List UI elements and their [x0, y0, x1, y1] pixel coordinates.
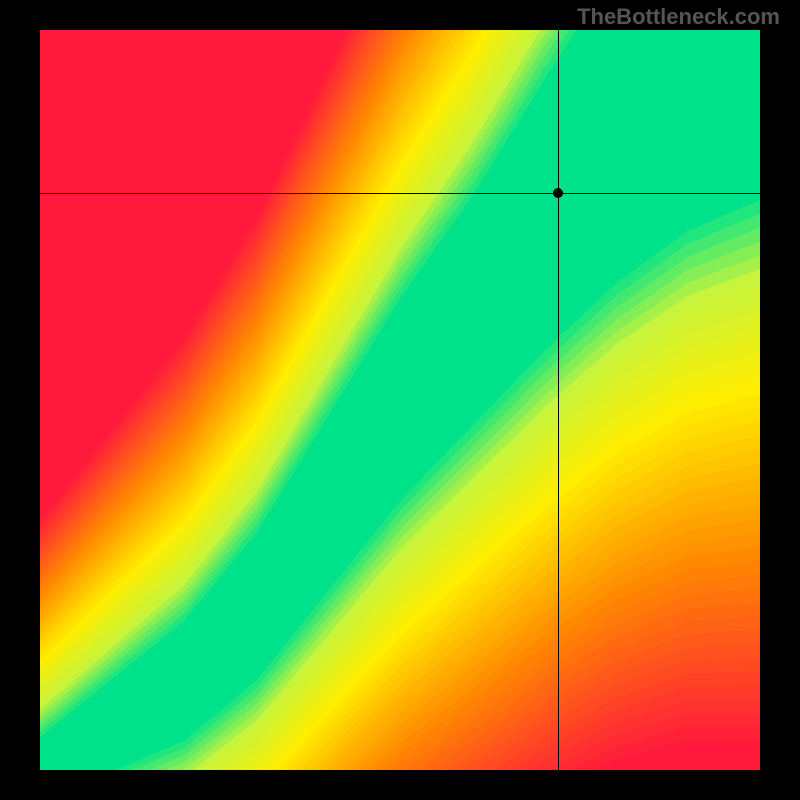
- crosshair-vertical: [558, 30, 559, 770]
- crosshair-horizontal: [40, 193, 760, 194]
- watermark-text: TheBottleneck.com: [577, 4, 780, 30]
- marker-point: [553, 188, 563, 198]
- heatmap-canvas: [40, 30, 760, 770]
- plot-area: [40, 30, 760, 770]
- chart-container: TheBottleneck.com: [0, 0, 800, 800]
